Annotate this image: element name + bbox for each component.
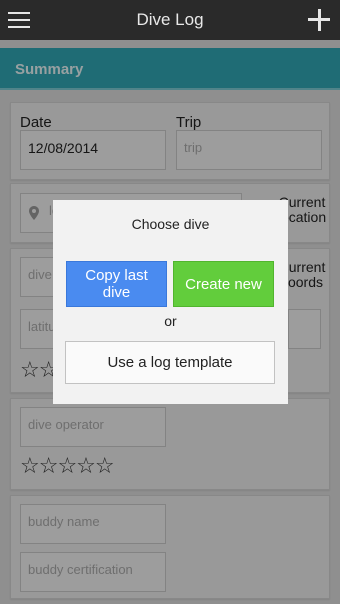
app-bar: Dive Log [0,0,340,40]
or-label: or [164,313,177,329]
copy-last-line1: Copy last [85,267,148,284]
page-title: Dive Log [136,10,204,29]
modal-scrim-top[interactable] [0,40,340,90]
dialog-title: Choose dive [131,216,210,232]
use-log-template-button[interactable]: Use a log template [65,341,275,384]
create-new-button[interactable]: Create new [173,261,274,307]
plus-icon[interactable] [308,8,330,32]
copy-last-dive-button[interactable]: Copy last dive [66,261,167,307]
copy-last-line2: dive [102,284,131,301]
choose-dive-dialog: Choose dive Copy last dive Create new or… [53,200,288,404]
